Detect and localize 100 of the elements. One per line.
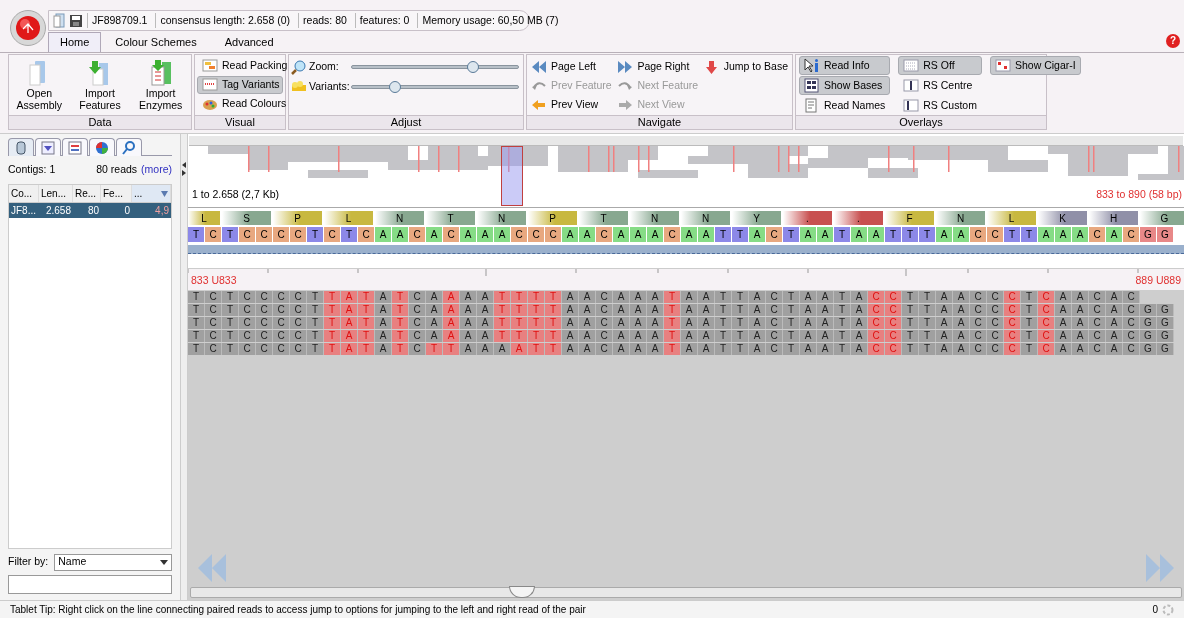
- read-base: T: [188, 304, 205, 316]
- ribbon-button[interactable]: Import Features: [71, 59, 129, 115]
- read-base: C: [273, 317, 290, 329]
- app-logo-icon: [15, 15, 41, 41]
- toggle-button[interactable]: Tag Variants: [197, 76, 283, 94]
- view-range: 833 to 890 (58 bp): [1096, 187, 1182, 203]
- read-base: T: [358, 343, 375, 355]
- amino-acid-cell: N: [375, 211, 426, 225]
- slider-thumb[interactable]: [467, 61, 480, 73]
- read-base: A: [630, 291, 647, 303]
- table-row[interactable]: JF8... 2.658 80 0 4,9: [9, 203, 171, 218]
- panel-tab[interactable]: [62, 138, 88, 156]
- consensus-base: T: [307, 227, 324, 242]
- read-base: A: [681, 343, 698, 355]
- read-base: T: [902, 317, 919, 329]
- horizontal-scrollbar[interactable]: [190, 587, 1182, 598]
- app-menu-button[interactable]: [10, 10, 46, 46]
- filter-field[interactable]: [8, 575, 172, 594]
- read-base: A: [630, 304, 647, 316]
- read-base: A: [613, 304, 630, 316]
- read-base: A: [477, 317, 494, 329]
- read-base: A: [800, 304, 817, 316]
- panel-tab[interactable]: [35, 138, 61, 156]
- consensus-base: A: [494, 227, 511, 242]
- read-base: T: [545, 304, 562, 316]
- read-base: A: [1106, 343, 1123, 355]
- read-base: C: [290, 343, 307, 355]
- read-base: A: [579, 343, 596, 355]
- variants-icon: [202, 78, 218, 92]
- scrollbar-thumb[interactable]: [509, 586, 535, 598]
- read-base: A: [800, 291, 817, 303]
- toggle-button[interactable]: RS Centre: [898, 76, 982, 95]
- toggle-button[interactable]: Read Info: [799, 56, 891, 75]
- consensus-base: C: [324, 227, 341, 242]
- more-link[interactable]: (more): [141, 162, 172, 178]
- read-base: C: [205, 330, 222, 342]
- read-base: A: [630, 343, 647, 355]
- ribbon-button[interactable]: Import Enzymes: [131, 59, 190, 115]
- read-base: T: [528, 343, 545, 355]
- amino-acid-cell: L: [188, 211, 222, 225]
- panel-tab[interactable]: [8, 138, 34, 156]
- consensus-base: T: [222, 227, 239, 242]
- consensus-base: C: [596, 227, 613, 242]
- read-base: A: [1055, 317, 1072, 329]
- toggle-button[interactable]: Show Bases: [799, 76, 891, 95]
- ribbon-button[interactable]: Open Assembly: [10, 59, 69, 115]
- toggle-button[interactable]: Show Cigar-I: [989, 56, 1081, 75]
- toggle-button[interactable]: Read Names: [799, 96, 891, 115]
- column-header[interactable]: Len...: [39, 185, 73, 202]
- filter-dropdown[interactable]: Name: [54, 553, 172, 571]
- help-button[interactable]: ?: [1166, 34, 1180, 48]
- column-header[interactable]: Co...: [9, 185, 39, 202]
- ribbon-tab[interactable]: Colour Schemes: [101, 32, 211, 52]
- nav-button[interactable]: Jump to Base: [703, 57, 788, 76]
- read-base: T: [222, 330, 239, 342]
- panel-tab[interactable]: [116, 138, 142, 156]
- toggle-button[interactable]: RS Off: [898, 56, 982, 75]
- read-base: T: [715, 291, 732, 303]
- read-base: C: [885, 330, 902, 342]
- consensus-base: T: [732, 227, 749, 242]
- read-base: A: [953, 343, 970, 355]
- amino-acid-cell: N: [936, 211, 987, 225]
- overview-scrollbar[interactable]: [189, 136, 1183, 146]
- read-base: C: [256, 330, 273, 342]
- read-base: A: [477, 304, 494, 316]
- consensus-base: T: [919, 227, 936, 242]
- read-base: T: [664, 317, 681, 329]
- column-header[interactable]: ...: [132, 185, 171, 202]
- read-base: T: [392, 317, 409, 329]
- read-base: A: [562, 291, 579, 303]
- header-label: ...: [134, 187, 143, 201]
- column-header[interactable]: Re...: [73, 185, 101, 202]
- slider-thumb[interactable]: [389, 81, 402, 93]
- nav-button[interactable]: Prev View: [531, 95, 614, 114]
- read-base: C: [409, 291, 426, 303]
- toggle-button[interactable]: RS Custom: [898, 96, 982, 115]
- save-icon[interactable]: [69, 13, 83, 28]
- read-base: T: [902, 330, 919, 342]
- nav-button[interactable]: Page Left: [531, 57, 614, 76]
- read-base: C: [1004, 330, 1021, 342]
- read-base: C: [987, 343, 1004, 355]
- ribbon-tab[interactable]: Home: [48, 32, 102, 52]
- read-base: A: [647, 343, 664, 355]
- group-label: Adjust: [289, 115, 523, 129]
- collapse-right-icon[interactable]: [182, 170, 186, 176]
- read-base: A: [749, 317, 766, 329]
- consensus-base: C: [358, 227, 375, 242]
- pointer-info-icon: [804, 58, 820, 73]
- collapse-left-icon[interactable]: [182, 162, 186, 168]
- read-base: T: [494, 304, 511, 316]
- read-base: A: [817, 317, 834, 329]
- ribbon-tab[interactable]: Advanced: [210, 32, 288, 52]
- nav-button[interactable]: Page Right: [617, 57, 700, 76]
- read-base: A: [341, 291, 358, 303]
- read-base: C: [239, 330, 256, 342]
- read-base: A: [477, 330, 494, 342]
- panel-tab[interactable]: [89, 138, 115, 156]
- read-base: T: [392, 291, 409, 303]
- view-window[interactable]: [501, 146, 523, 206]
- read-base: C: [273, 330, 290, 342]
